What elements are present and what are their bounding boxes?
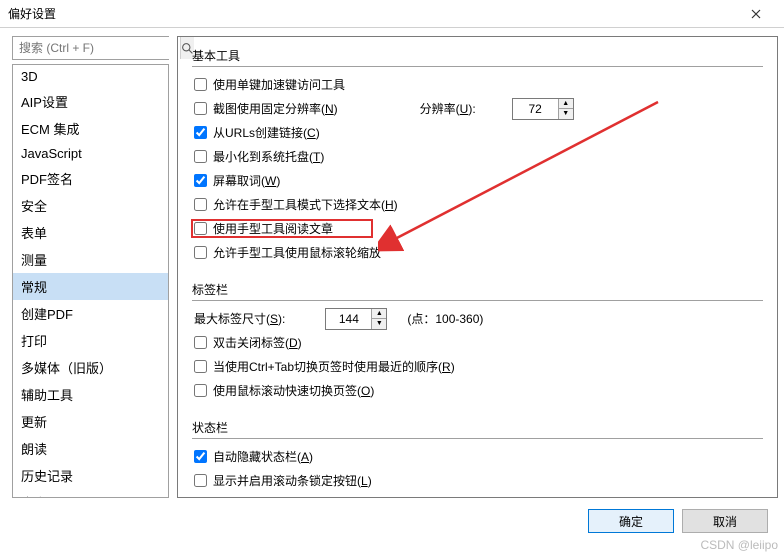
sidebar-item-辅助工具[interactable]: 辅助工具 xyxy=(13,381,168,408)
option-row: 自动隐藏状态栏(A) xyxy=(192,447,763,466)
section-divider xyxy=(192,438,763,439)
max-tab-size-hint: (点：100-360) xyxy=(407,310,483,327)
option-checkbox[interactable] xyxy=(194,150,207,163)
sidebar-item-朗读[interactable]: 朗读 xyxy=(13,435,168,462)
sidebar-item-内容订阅[interactable]: 内容订阅 xyxy=(13,489,168,498)
option-row: 屏幕取词(W) xyxy=(192,171,763,190)
option-checkbox[interactable] xyxy=(194,174,207,187)
close-button[interactable] xyxy=(736,0,776,27)
titlebar: 偏好设置 xyxy=(0,0,784,28)
sidebar-item-PDF签名[interactable]: PDF签名 xyxy=(13,165,168,192)
sidebar: 3DAIP设置ECM 集成JavaScriptPDF签名安全表单测量常规创建PD… xyxy=(12,36,169,498)
chevron-up-icon[interactable]: ▲ xyxy=(559,99,573,110)
section-basic-tools-title: 基本工具 xyxy=(192,47,763,64)
option-checkbox[interactable] xyxy=(194,126,207,139)
chevron-up-icon[interactable]: ▲ xyxy=(372,309,386,320)
category-list[interactable]: 3DAIP设置ECM 集成JavaScriptPDF签名安全表单测量常规创建PD… xyxy=(12,64,169,498)
option-row: 从URLs创建链接(C) xyxy=(192,123,763,142)
option-checkbox[interactable] xyxy=(194,222,207,235)
option-checkbox[interactable] xyxy=(194,474,207,487)
option-checkbox[interactable] xyxy=(194,336,207,349)
option-row: 最小化到系统托盘(T) xyxy=(192,147,763,166)
resolution-spinner[interactable]: ▲▼ xyxy=(512,98,574,120)
option-label: 允许在手型工具模式下选择文本(H) xyxy=(213,196,398,213)
sidebar-item-ECM 集成[interactable]: ECM 集成 xyxy=(13,115,168,142)
resolution-label: 分辨率(U): xyxy=(420,100,476,117)
sidebar-item-打印[interactable]: 打印 xyxy=(13,327,168,354)
option-label: 使用鼠标滚动快速切换页签(O) xyxy=(213,382,374,399)
option-row: 允许在手型工具模式下选择文本(H) xyxy=(192,195,763,214)
option-row: 双击关闭标签(D) xyxy=(192,333,763,352)
cancel-button[interactable]: 取消 xyxy=(682,509,768,533)
chevron-down-icon[interactable]: ▼ xyxy=(559,109,573,119)
settings-panel: 基本工具 使用单键加速键访问工具截图使用固定分辨率(N)分辨率(U): ▲▼从U… xyxy=(177,36,778,498)
option-checkbox[interactable] xyxy=(194,360,207,373)
max-tab-size-row: 最大标签尺寸(S): ▲▼ (点：100-360) xyxy=(192,309,763,328)
max-tab-size-label: 最大标签尺寸(S): xyxy=(194,310,285,327)
sidebar-item-安全[interactable]: 安全 xyxy=(13,192,168,219)
search-input[interactable] xyxy=(13,37,180,59)
sidebar-item-创建PDF[interactable]: 创建PDF xyxy=(13,300,168,327)
option-row: 当使用Ctrl+Tab切换页签时使用最近的顺序(R) xyxy=(192,357,763,376)
option-label: 截图使用固定分辨率(N) xyxy=(213,100,338,117)
option-row: 允许手型工具使用鼠标滚轮缩放 xyxy=(192,243,763,262)
option-row: 截图使用固定分辨率(N) 分辨率(U): ▲▼ xyxy=(192,99,763,118)
option-row: 使用鼠标滚动快速切换页签(O) xyxy=(192,381,763,400)
option-checkbox[interactable] xyxy=(194,78,207,91)
close-icon xyxy=(751,9,761,19)
option-label: 显示并启用滚动条锁定按钮(L) xyxy=(213,472,372,489)
option-label: 使用手型工具阅读文章 xyxy=(213,220,333,237)
dialog-content: 3DAIP设置ECM 集成JavaScriptPDF签名安全表单测量常规创建PD… xyxy=(0,28,784,498)
section-tabbar-title: 标签栏 xyxy=(192,281,763,298)
sidebar-item-表单[interactable]: 表单 xyxy=(13,219,168,246)
sidebar-item-多媒体（旧版）[interactable]: 多媒体（旧版） xyxy=(13,354,168,381)
option-row: 显示并启用滚动条锁定按钮(L) xyxy=(192,471,763,490)
option-label: 最小化到系统托盘(T) xyxy=(213,148,324,165)
dialog-footer: 确定 取消 xyxy=(0,498,784,544)
option-label: 从URLs创建链接(C) xyxy=(213,124,320,141)
sidebar-item-常规[interactable]: 常规 xyxy=(13,273,168,300)
sidebar-item-3D[interactable]: 3D xyxy=(13,65,168,88)
option-checkbox[interactable] xyxy=(194,384,207,397)
option-checkbox[interactable] xyxy=(194,198,207,211)
section-divider xyxy=(192,66,763,67)
option-row: 使用手型工具阅读文章 xyxy=(191,219,373,238)
section-divider xyxy=(192,300,763,301)
sidebar-item-JavaScript[interactable]: JavaScript xyxy=(13,142,168,165)
option-checkbox[interactable] xyxy=(194,246,207,259)
option-checkbox[interactable] xyxy=(194,102,207,115)
option-label: 自动隐藏状态栏(A) xyxy=(213,448,313,465)
resolution-input[interactable] xyxy=(513,99,558,119)
chevron-down-icon[interactable]: ▼ xyxy=(372,319,386,329)
option-label: 当使用Ctrl+Tab切换页签时使用最近的顺序(R) xyxy=(213,358,455,375)
sidebar-item-历史记录[interactable]: 历史记录 xyxy=(13,462,168,489)
option-label: 双击关闭标签(D) xyxy=(213,334,302,351)
option-label: 屏幕取词(W) xyxy=(213,172,280,189)
option-row: 使用单键加速键访问工具 xyxy=(192,75,763,94)
option-label: 允许手型工具使用鼠标滚轮缩放 xyxy=(213,244,381,261)
sidebar-item-更新[interactable]: 更新 xyxy=(13,408,168,435)
watermark: CSDN @leiipo xyxy=(700,538,778,552)
max-tab-size-input[interactable] xyxy=(326,309,371,329)
option-checkbox[interactable] xyxy=(194,450,207,463)
max-tab-size-spinner[interactable]: ▲▼ xyxy=(325,308,387,330)
sidebar-item-测量[interactable]: 测量 xyxy=(13,246,168,273)
sidebar-item-AIP设置[interactable]: AIP设置 xyxy=(13,88,168,115)
ok-button[interactable]: 确定 xyxy=(588,509,674,533)
section-statusbar-title: 状态栏 xyxy=(192,419,763,436)
option-label: 使用单键加速键访问工具 xyxy=(213,76,345,93)
window-title: 偏好设置 xyxy=(8,5,736,22)
search-container xyxy=(12,36,169,60)
